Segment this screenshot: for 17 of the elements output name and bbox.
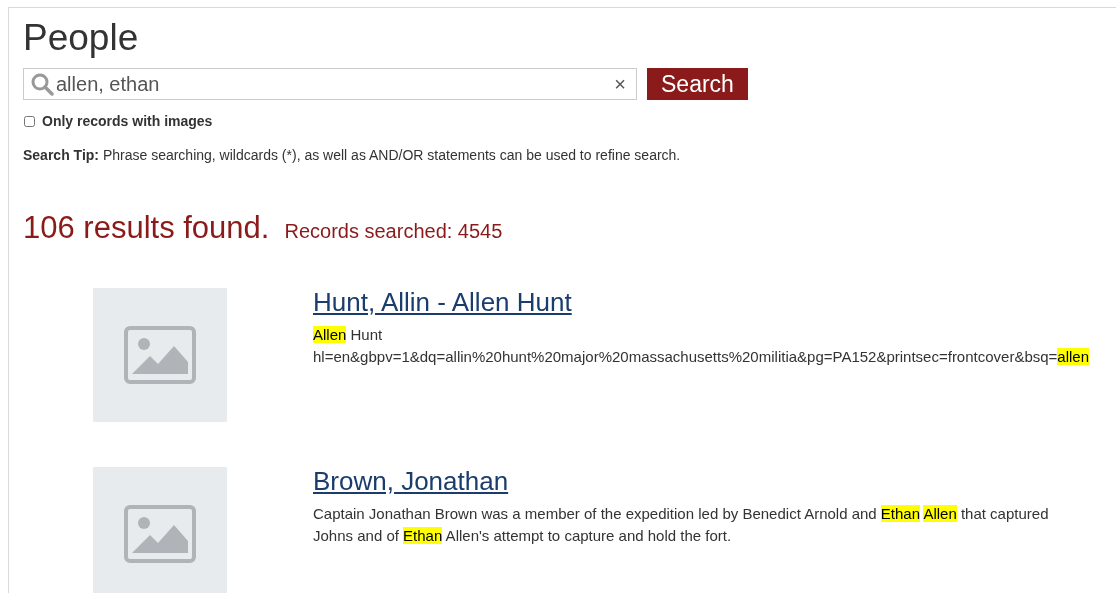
- images-only-checkbox[interactable]: [24, 116, 35, 127]
- search-field[interactable]: allen, ethan ×: [23, 68, 637, 100]
- checkbox-label: Only records with images: [42, 112, 213, 131]
- result-snippet: Captain Jonathan Brown was a member of the expedition led by Benedict Arnold and Ethan Allen that captured Johns and of Ethan Allen's attempt to capture and hold the fort.: [313, 503, 1050, 546]
- result-title-link[interactable]: Hunt, Allin - Allen Hunt: [313, 282, 572, 322]
- search-icon: [30, 72, 54, 96]
- image-icon: [124, 504, 196, 563]
- page-title: People: [23, 18, 139, 58]
- result-snippet: Allen Hunt: [313, 324, 383, 345]
- records-searched: Records searched: 4545: [284, 219, 503, 244]
- result-snippet: hl=en&gbpv=1&dq=allin%20hunt%20major%20massachusetts%20militia&pg=PA152&printsec=frontcover&bsq=allen: [313, 346, 1090, 367]
- image-icon: [124, 325, 196, 384]
- clear-button[interactable]: ×: [614, 74, 626, 94]
- search-button[interactable]: Search: [647, 68, 748, 100]
- result-title-link[interactable]: Brown, Jonathan: [313, 461, 509, 501]
- results-count: 106 results found.: [23, 209, 270, 247]
- search-tip: Search Tip: Phrase searching, wildcards (*), as well as AND/OR statements can be used to refine search.: [23, 146, 681, 165]
